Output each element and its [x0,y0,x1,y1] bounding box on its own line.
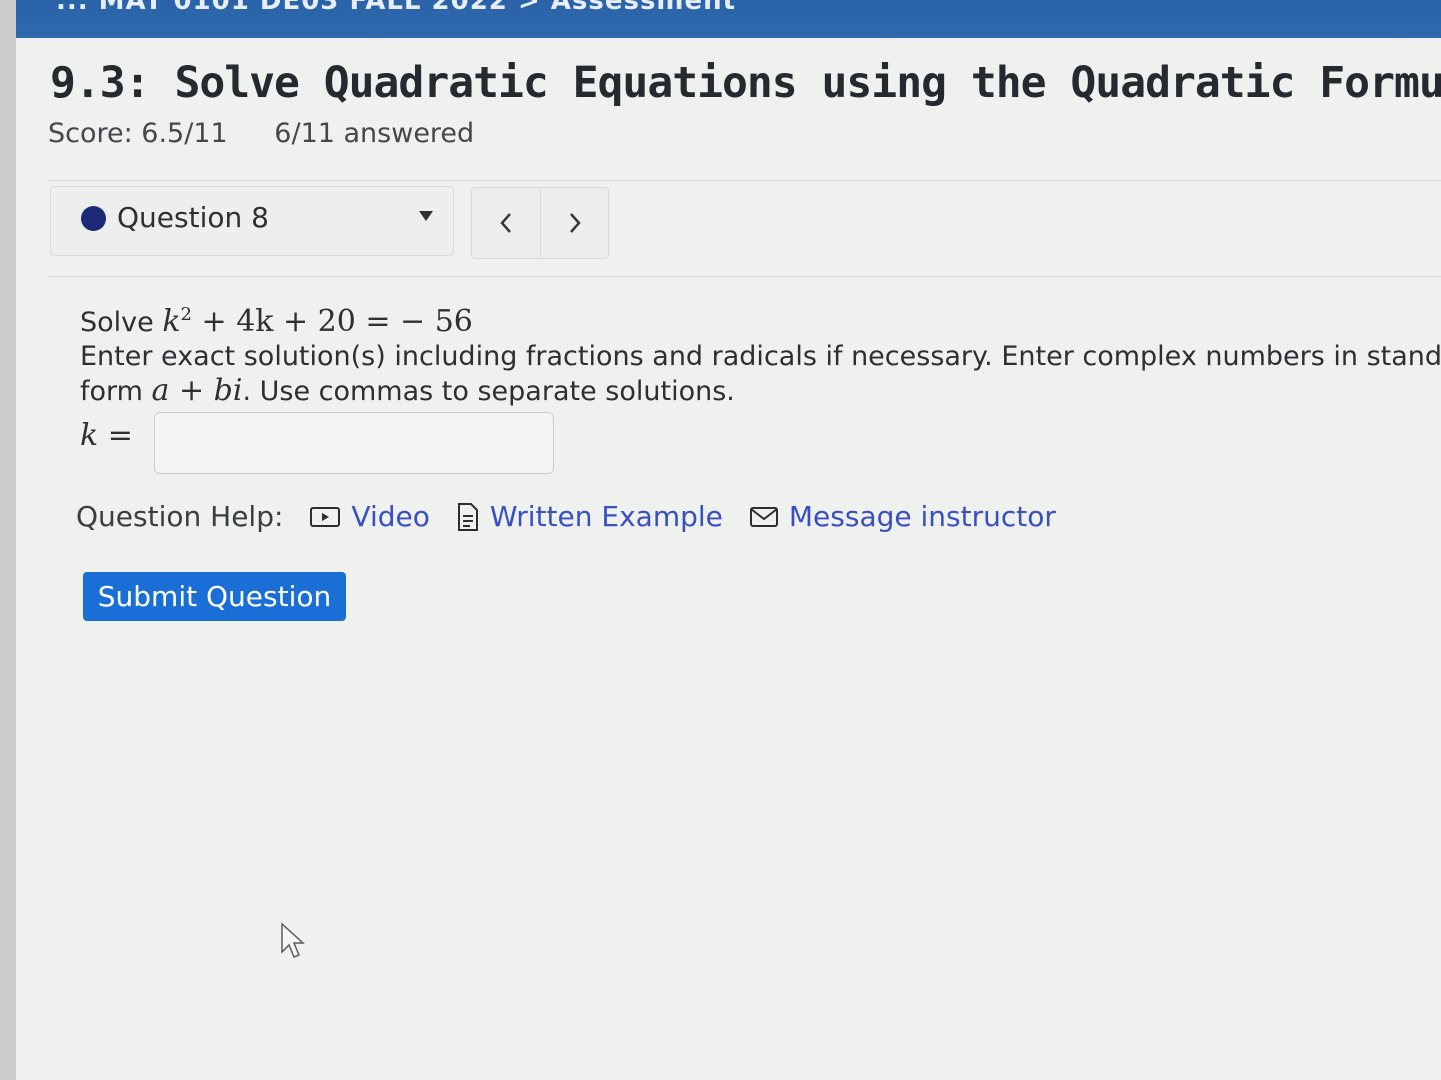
question-help: Question Help: Video Written Example Mes [76,500,1056,533]
caret-down-icon [419,211,433,221]
assessment-page: ... MAT 0101 DE03 FALL 2022 > Assessment… [16,0,1441,1080]
message-instructor-link[interactable]: Message instructor [749,500,1056,533]
written-example-label: Written Example [489,500,723,533]
answer-input[interactable] [154,412,554,474]
video-icon [310,506,341,527]
video-link[interactable]: Video [309,500,430,533]
score-summary: Score: 6.5/11 6/11 answered [48,118,474,149]
equation-exponent: 2 [180,304,192,325]
instructions-line-2: form a + bi. Use commas to separate solu… [80,374,1441,409]
answer-label: k = [80,418,133,453]
page-title: 9.3: Solve Quadratic Equations using the… [50,58,1441,108]
score-text: Score: 6.5/11 [48,118,228,149]
question-help-label: Question Help: [76,500,284,533]
instructions-tail: . Use commas to separate solutions. [242,376,735,407]
equation: k2 + 4k + 20 = − 56 [162,304,473,339]
envelope-icon [749,506,778,527]
mouse-pointer-icon [281,922,305,958]
submit-question-button[interactable]: Submit Question [83,572,346,621]
document-icon [457,502,478,531]
question-selector-label: Question 8 [117,201,269,234]
question-status-dot [81,206,106,231]
solve-word: Solve [80,307,154,338]
equation-variable: k [162,304,181,339]
written-example-link[interactable]: Written Example [456,500,723,533]
instructions-form-word: form [80,376,143,407]
standard-form-expression: a + bi [151,373,243,408]
divider [48,180,1441,181]
question-nav-buttons [471,187,609,259]
next-question-button[interactable] [541,188,609,258]
divider [48,276,1441,277]
video-link-label: Video [351,500,430,533]
answered-count: 6/11 answered [274,118,475,149]
equation-line: Solve k2 + 4k + 20 = − 56 [80,298,1441,340]
equation-rest: + 4k + 20 = − 56 [191,304,473,339]
chevron-left-icon [500,213,511,233]
instructions-line-1: Enter exact solution(s) including fracti… [80,341,1441,372]
previous-question-button[interactable] [472,188,541,258]
question-body: Solve k2 + 4k + 20 = − 56 Enter exact so… [80,298,1441,409]
message-instructor-label: Message instructor [788,500,1056,533]
top-navigation-bar: ... MAT 0101 DE03 FALL 2022 > Assessment [16,0,1441,38]
breadcrumb[interactable]: ... MAT 0101 DE03 FALL 2022 > Assessment [56,0,736,16]
chevron-right-icon [570,213,581,233]
question-selector[interactable]: Question 8 [50,186,454,256]
